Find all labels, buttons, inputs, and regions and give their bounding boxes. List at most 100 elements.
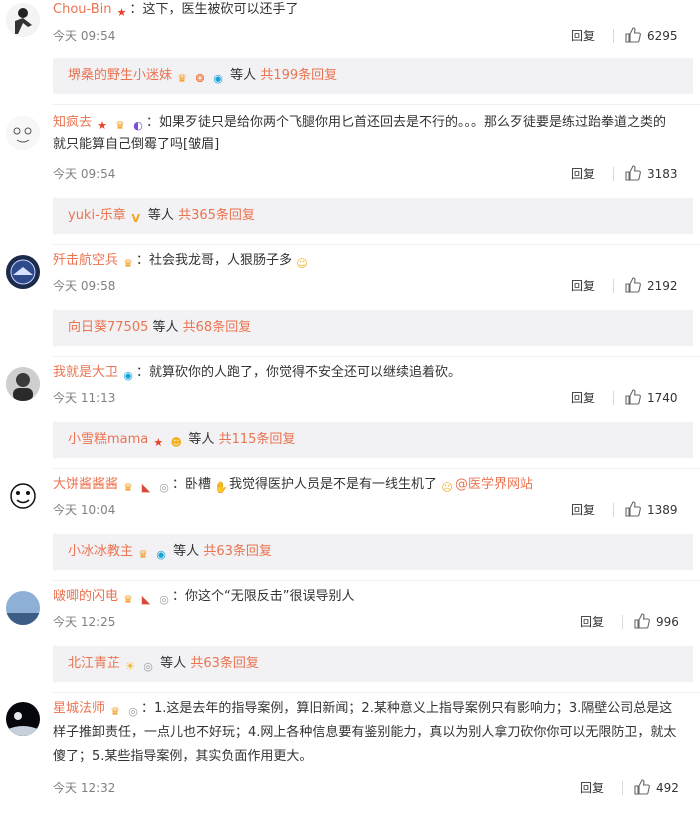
like-button[interactable]: 1740 [625,388,678,408]
moon-badge-icon: ◐ [133,119,143,132]
replies-count-link[interactable]: 共63条回复 [203,544,272,559]
grinning-emoji-icon: ☻ [170,436,182,449]
comment-meta: 今天 12:32 回复 492 [53,778,693,798]
watermelon-badge-icon: ◣ [141,481,151,494]
username[interactable]: 歼击航空兵 [53,253,118,268]
divider [613,167,614,181]
vip-badge-icon: ♛ [115,119,125,132]
thumbs-up-icon [625,501,641,517]
comment-meta: 今天 09:54 回复 3183 [53,164,693,184]
replies-count-link[interactable]: 共68条回复 [183,320,252,335]
reply-username[interactable]: 小冰冰教主 [68,544,133,559]
comment-text: 我就是大卫 ◉ ：就算砍你的人跑了，你觉得不安全还可以继续追着砍。 [53,362,673,384]
user-avatar[interactable] [6,479,40,513]
reply-username[interactable]: 堺桑的野生小迷妹 [68,68,172,83]
reply-button[interactable]: 回复 [571,500,595,520]
replies-count-link[interactable]: 共199条回复 [260,68,337,83]
like-button[interactable]: 996 [634,612,679,632]
etc-text: 等人 [188,432,215,447]
username[interactable]: Chou-Bin [53,2,112,17]
comment-body: ：这下，医生被砍可以还手了 [129,2,299,17]
comment-meta: 今天 11:13 回复 1740 [53,388,693,408]
laughing-emoji-icon: ☺ [296,257,308,270]
username[interactable]: 知疯去 [53,115,92,130]
user-avatar[interactable] [6,702,40,736]
star-icon: ★ [97,119,107,132]
reply-username[interactable]: 北江青芷 [68,656,120,671]
etc-text: 等人 [173,544,200,559]
replies-count-link[interactable]: 共365条回复 [178,208,255,223]
comment-meta: 今天 12:25 回复 996 [53,612,693,632]
user-avatar[interactable] [6,3,40,37]
mention-link[interactable]: @医学界网站 [455,477,533,492]
like-count: 3183 [647,167,678,181]
timestamp: 今天 12:25 [53,615,116,629]
like-button[interactable]: 3183 [625,164,678,184]
replies-summary[interactable]: 北江青芷 ☀ ◎ 等人 共63条回复 [53,646,693,682]
vip-badge-icon: ♛ [110,705,120,718]
reply-button[interactable]: 回复 [580,778,604,798]
divider [622,781,623,795]
reply-button[interactable]: 回复 [571,276,595,296]
divider [613,503,614,517]
reply-button[interactable]: 回复 [571,388,595,408]
like-button[interactable]: 6295 [625,26,678,46]
comment-text: 歼击航空兵 ♛ ：社会我龙哥，人狠肠子多 ☺ [53,250,673,272]
like-button[interactable]: 1389 [625,500,678,520]
user-avatar[interactable] [6,367,40,401]
thumbs-up-emoji-icon: ✋ [214,481,228,494]
comment-text: 星城法师 ♛ ◎ ：1.这是去年的指导案例，算旧新闻；2.某种意义上指导案例只有影响力… [53,697,678,769]
replies-summary[interactable]: yuki-乐章 V 等人 共365条回复 [53,198,693,234]
like-count: 996 [656,615,679,629]
comment-text: 啵唧的闪电 ♛ ◣ ◎ ：你这个“无限反击”很误导别人 [53,586,673,608]
thumbs-up-icon [625,165,641,181]
replies-count-link[interactable]: 共63条回复 [190,656,259,671]
etc-text: 等人 [160,656,187,671]
user-avatar[interactable] [6,116,40,150]
comment-meta: 今天 09:58 回复 2192 [53,276,693,296]
username[interactable]: 啵唧的闪电 [53,589,118,604]
replies-summary[interactable]: 小雪糕mama ★ ☻ 等人 共115条回复 [53,422,693,458]
like-button[interactable]: 492 [634,778,679,798]
like-count: 492 [656,781,679,795]
replies-summary[interactable]: 小冰冰教主 ♛ ◉ 等人 共63条回复 [53,534,693,570]
thumbs-up-icon [625,277,641,293]
replies-count-link[interactable]: 共115条回复 [219,432,296,447]
username[interactable]: 我就是大卫 [53,365,118,380]
timestamp: 今天 10:04 [53,503,116,517]
vip-badge-icon: ♛ [123,257,133,270]
vip-badge-icon: ♛ [177,72,187,85]
divider [613,279,614,293]
medal-badge-icon: ◎ [143,660,153,673]
reply-username[interactable]: 小雪糕mama [68,432,148,447]
like-button[interactable]: 2192 [625,276,678,296]
etc-text: 等人 [152,320,179,335]
etc-text: 等人 [147,208,174,223]
comment-meta: 今天 10:04 回复 1389 [53,500,693,520]
username[interactable]: 星城法师 [53,701,105,716]
reply-button[interactable]: 回复 [571,26,595,46]
replies-summary[interactable]: 堺桑的野生小迷妹 ♛ ❂ ◉ 等人 共199条回复 [53,58,693,94]
reply-username[interactable]: yuki-乐章 [68,208,126,223]
reply-button[interactable]: 回复 [571,164,595,184]
divider [53,692,700,693]
reply-username[interactable]: 向日葵77505 [68,320,148,335]
thumbs-up-icon [625,27,641,43]
divider [53,104,700,105]
camera-badge-icon: ◉ [156,548,166,561]
reply-button[interactable]: 回复 [580,612,604,632]
comment-text: Chou-Bin ★ ：这下，医生被砍可以还手了 [53,0,673,21]
medal-badge-icon: ◎ [159,481,169,494]
v-badge-icon: V [131,212,141,225]
watermelon-badge-icon: ◣ [141,593,151,606]
star-icon: ★ [116,6,127,19]
divider [53,580,700,581]
etc-text: 等人 [230,68,257,83]
user-avatar[interactable] [6,591,40,625]
thumbs-up-icon [634,613,650,629]
user-avatar[interactable] [6,255,40,289]
replies-summary[interactable]: 向日葵77505 等人 共68条回复 [53,310,693,346]
username[interactable]: 大饼酱酱酱 [53,477,118,492]
divider [613,29,614,43]
divider [622,615,623,629]
